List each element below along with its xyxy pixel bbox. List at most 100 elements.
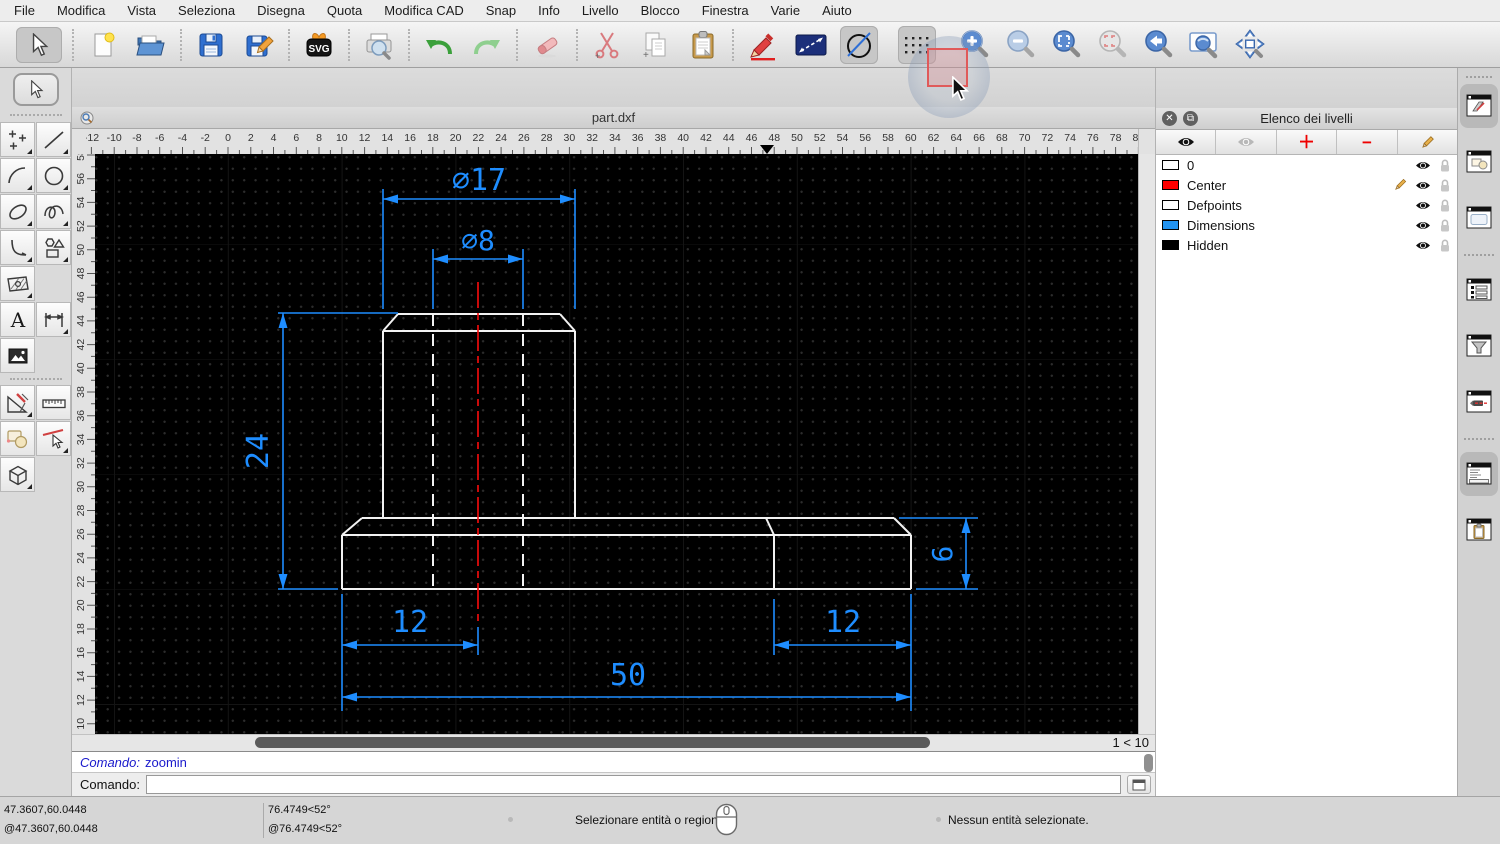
measure-tool-button[interactable]: [36, 385, 71, 420]
eye-icon[interactable]: [1415, 180, 1431, 191]
draw-pencil-button[interactable]: [744, 26, 782, 64]
svg-text:52: 52: [814, 132, 826, 144]
zoom-previous-button[interactable]: [1140, 26, 1178, 64]
lock-icon[interactable]: [1439, 238, 1451, 253]
line-tool-button[interactable]: [36, 122, 71, 157]
new-document-button[interactable]: [84, 26, 122, 64]
text-tool-button[interactable]: A: [0, 302, 35, 337]
entity-select-tool-button[interactable]: [36, 421, 71, 456]
eye-icon[interactable]: [1415, 160, 1431, 171]
menu-item-info[interactable]: Info: [538, 3, 560, 18]
command-history-scrollbar[interactable]: [1144, 753, 1153, 772]
menu-item-blocco[interactable]: Blocco: [641, 3, 680, 18]
svg-text:0: 0: [225, 132, 231, 144]
command-window-toggle-button[interactable]: [1127, 775, 1151, 795]
delete-eraser-button[interactable]: [528, 26, 566, 64]
document-titlebar[interactable]: part.dxf: [72, 107, 1155, 129]
ellipse-tool-button[interactable]: [0, 194, 35, 229]
hide-all-layers-button[interactable]: [1216, 130, 1277, 154]
select-pointer-button[interactable]: [16, 26, 62, 63]
menu-item-disegna[interactable]: Disegna: [257, 3, 305, 18]
grid-toggle-button[interactable]: [898, 25, 936, 64]
zoom-pan-button[interactable]: [1232, 26, 1270, 64]
dock-library-browser-button[interactable]: [1460, 196, 1498, 240]
paste-button[interactable]: [684, 26, 722, 64]
dock-layer-list-button[interactable]: [1460, 84, 1498, 128]
modify-icon: [6, 392, 28, 413]
circle-slash-button[interactable]: [840, 25, 878, 64]
eye-icon[interactable]: [1415, 200, 1431, 211]
spline-tool-button[interactable]: [36, 194, 71, 229]
open-file-button[interactable]: [132, 26, 170, 64]
vertical-scrollbar[interactable]: [1138, 154, 1155, 734]
horizontal-scrollbar-thumb[interactable]: [255, 737, 930, 749]
lock-icon[interactable]: [1439, 158, 1451, 173]
menu-item-finestra[interactable]: Finestra: [702, 3, 749, 18]
menu-item-livello[interactable]: Livello: [582, 3, 619, 18]
hatch-tool-button[interactable]: [0, 266, 35, 301]
command-history[interactable]: Comando: zoomin: [72, 750, 1155, 774]
command-input[interactable]: [145, 775, 1121, 795]
layer-row-defpoints[interactable]: Defpoints: [1156, 195, 1457, 215]
menu-item-snap[interactable]: Snap: [486, 3, 516, 18]
drawing-canvas[interactable]: ⌀17 ⌀8 24 12 12 50 6: [95, 154, 1138, 734]
undo-button[interactable]: [420, 26, 458, 64]
modify-tools-button[interactable]: [0, 385, 35, 420]
blocks-tool-button[interactable]: [0, 421, 35, 456]
menu-item-seleziona[interactable]: Seleziona: [178, 3, 235, 18]
eye-icon[interactable]: [1415, 220, 1431, 231]
menu-item-aiuto[interactable]: Aiuto: [822, 3, 852, 18]
dock-command-line-button[interactable]: [1460, 452, 1498, 496]
dock-selection-filter-button[interactable]: [1460, 324, 1498, 368]
shapes-tool-button[interactable]: [36, 230, 71, 265]
save-as-button[interactable]: [240, 26, 278, 64]
copy-button[interactable]: +: [636, 26, 674, 64]
arc-tool-button[interactable]: [0, 158, 35, 193]
lock-icon[interactable]: [1439, 198, 1451, 213]
redo-icon: [474, 39, 500, 54]
save-button[interactable]: [192, 26, 230, 64]
panel-close-button[interactable]: ✕: [1162, 111, 1177, 126]
circle-tool-button[interactable]: [36, 158, 71, 193]
menu-item-modifica[interactable]: Modifica: [57, 3, 105, 18]
dimension-line-button[interactable]: [792, 26, 830, 64]
layer-row-0[interactable]: 0: [1156, 155, 1457, 175]
print-preview-button[interactable]: [360, 26, 398, 64]
redo-button[interactable]: [468, 26, 506, 64]
zoom-out-button[interactable]: [1002, 26, 1040, 64]
menu-item-file[interactable]: File: [14, 3, 35, 18]
edit-layer-button[interactable]: [1397, 130, 1458, 154]
menu-item-vista[interactable]: Vista: [127, 3, 156, 18]
dock-entity-list-button[interactable]: [1460, 268, 1498, 312]
horizontal-scrollbar[interactable]: [95, 735, 1095, 750]
remove-layer-button[interactable]: −: [1337, 130, 1398, 154]
zoom-in-button[interactable]: [956, 26, 994, 64]
dimension-tool-button[interactable]: [36, 302, 71, 337]
3d-view-button[interactable]: [0, 457, 35, 492]
zoom-auto-button[interactable]: [1048, 26, 1086, 64]
cut-button[interactable]: +: [588, 26, 626, 64]
layer-row-dimensions[interactable]: Dimensions: [1156, 215, 1457, 235]
zoom-selection-button[interactable]: [1094, 26, 1132, 64]
menu-item-varie[interactable]: Varie: [771, 3, 800, 18]
add-layer-button[interactable]: ＋: [1276, 130, 1338, 154]
lock-icon[interactable]: [1439, 178, 1451, 193]
image-tool-button[interactable]: [0, 338, 35, 373]
menu-item-quota[interactable]: Quota: [327, 3, 362, 18]
eye-icon[interactable]: [1415, 240, 1431, 251]
show-all-layers-button[interactable]: [1156, 130, 1217, 154]
menu-item-modifica-cad[interactable]: Modifica CAD: [384, 3, 463, 18]
dock-clipboard-button[interactable]: [1460, 508, 1498, 552]
layer-row-center[interactable]: Center: [1156, 175, 1457, 195]
palette-pointer-button[interactable]: [12, 73, 59, 106]
points-tool-button[interactable]: [0, 122, 35, 157]
lock-icon[interactable]: [1439, 218, 1451, 233]
svg-export-button[interactable]: SVG: [300, 26, 338, 64]
layer-row-hidden[interactable]: Hidden: [1156, 235, 1457, 255]
svg-text:12: 12: [359, 132, 371, 144]
dock-block-list-button[interactable]: [1460, 140, 1498, 184]
zoom-window-button[interactable]: [1186, 26, 1224, 64]
panel-detach-button[interactable]: ⧉: [1183, 111, 1198, 126]
dock-pen-settings-button[interactable]: [1460, 380, 1498, 424]
polyline-tool-button[interactable]: [0, 230, 35, 265]
